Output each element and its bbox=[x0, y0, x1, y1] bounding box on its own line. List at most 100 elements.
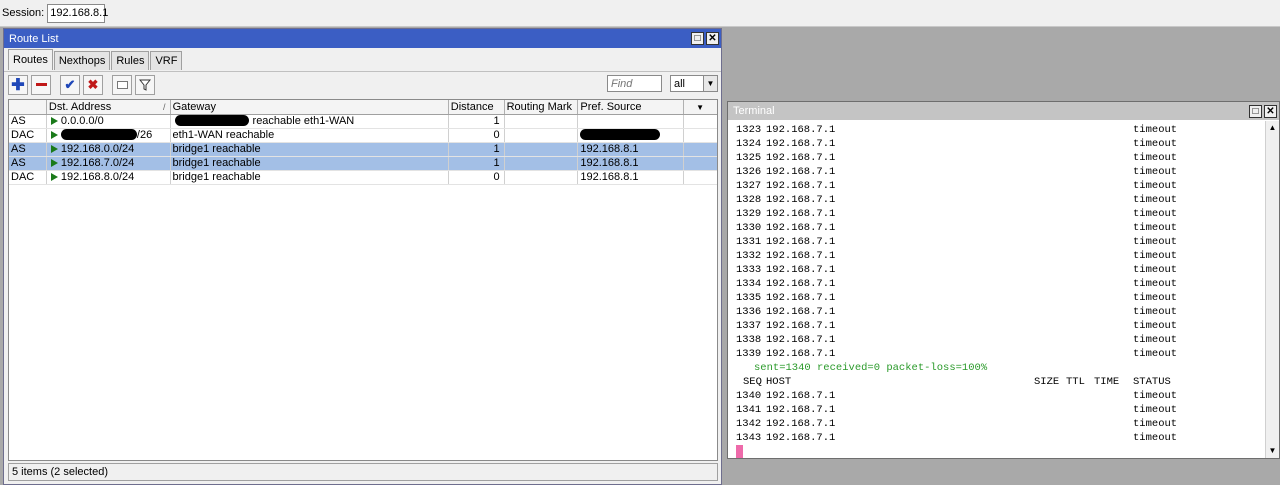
line-status: timeout bbox=[1133, 334, 1178, 346]
minus-icon bbox=[35, 83, 47, 86]
table-row[interactable]: AS 0.0.0.0/0 reachable eth1-WAN 1 bbox=[9, 115, 717, 129]
line-status: timeout bbox=[1133, 418, 1178, 430]
row-pref-source: 192.168.8.1 bbox=[578, 157, 685, 170]
row-dst: 0.0.0.0/0 bbox=[47, 115, 171, 128]
row-gateway: reachable eth1-WAN bbox=[171, 115, 449, 128]
row-mark bbox=[505, 157, 579, 170]
maximize-button[interactable]: □ bbox=[691, 32, 704, 45]
line-seq: 1335 bbox=[736, 292, 762, 304]
line-seq: 1334 bbox=[736, 278, 762, 290]
col-gateway[interactable]: Gateway bbox=[171, 100, 449, 114]
line-seq: 1330 bbox=[736, 222, 762, 234]
line-status: timeout bbox=[1133, 180, 1178, 192]
line-host: 192.168.7.1 bbox=[766, 138, 836, 150]
row-distance: 1 bbox=[449, 115, 505, 128]
table-row[interactable]: AS 192.168.7.0/24 bridge1 reachable 1 19… bbox=[9, 157, 717, 171]
line-status: timeout bbox=[1133, 404, 1178, 416]
line-seq: 1343 bbox=[736, 432, 762, 444]
add-button[interactable]: ✚ bbox=[8, 74, 28, 95]
row-mark bbox=[505, 143, 579, 156]
tab-rules[interactable]: Rules bbox=[111, 51, 150, 70]
row-mark bbox=[505, 129, 579, 142]
row-flags: AS bbox=[9, 115, 47, 128]
line-seq: 1333 bbox=[736, 264, 762, 276]
col-dst-address[interactable]: Dst. Address / bbox=[47, 100, 171, 114]
line-host: 192.168.7.1 bbox=[766, 180, 836, 192]
line-host: 192.168.7.1 bbox=[766, 390, 836, 402]
row-gateway: bridge1 reachable bbox=[171, 143, 449, 156]
route-list-titlebar[interactable]: Route List □ ✕ bbox=[4, 29, 721, 48]
line-host: 192.168.7.1 bbox=[766, 124, 836, 136]
filter-select[interactable]: all ▼ bbox=[670, 75, 718, 92]
terminal-line: 1323 192.168.7.1 timeout bbox=[736, 123, 1266, 137]
route-flag-icon bbox=[50, 145, 58, 153]
tab-vrf[interactable]: VRF bbox=[150, 51, 183, 70]
disable-button[interactable]: ✖ bbox=[83, 74, 103, 95]
columns-dropdown[interactable]: ▼ bbox=[684, 100, 717, 114]
comment-button[interactable] bbox=[112, 74, 132, 95]
row-gateway: eth1-WAN reachable bbox=[171, 129, 449, 142]
header-status: STATUS bbox=[1133, 376, 1171, 388]
tab-nexthops[interactable]: Nexthops bbox=[53, 51, 111, 70]
header-ttl: TTL bbox=[1066, 376, 1085, 388]
filter-button[interactable] bbox=[135, 74, 155, 95]
line-seq: 1339 bbox=[736, 348, 762, 360]
line-status: timeout bbox=[1133, 278, 1178, 290]
enable-button[interactable]: ✔ bbox=[60, 74, 80, 95]
terminal-output[interactable]: 1323 192.168.7.1 timeout 1324 192.168.7.1 tim… bbox=[728, 121, 1266, 458]
row-dst: 192.168.8.0/24 bbox=[47, 171, 171, 184]
scroll-up-icon[interactable]: ▲ bbox=[1266, 121, 1279, 135]
ping-header: SEQ HOST SIZE TTL TIME STATUS bbox=[736, 375, 1266, 389]
session-bar: Session: 192.168.8.1 bbox=[0, 0, 1280, 27]
session-input[interactable]: 192.168.8.1 bbox=[47, 3, 108, 23]
header-size: SIZE bbox=[1034, 376, 1060, 388]
terminal-line: 1332 192.168.7.1 timeout bbox=[736, 249, 1266, 263]
line-host: 192.168.7.1 bbox=[766, 432, 836, 444]
table-header: Dst. Address / Gateway Distance Routing M… bbox=[9, 100, 717, 115]
line-seq: 1340 bbox=[736, 390, 762, 402]
table-row[interactable]: DAC /26 eth1-WAN reachable 0 bbox=[9, 129, 717, 143]
window-title: Terminal bbox=[733, 105, 775, 117]
find-input[interactable] bbox=[607, 75, 662, 92]
row-flags: DAC bbox=[9, 171, 47, 184]
row-flags: DAC bbox=[9, 129, 47, 142]
col-distance[interactable]: Distance bbox=[449, 100, 505, 114]
filter-icon bbox=[139, 79, 151, 91]
line-seq: 1324 bbox=[736, 138, 762, 150]
row-flags: AS bbox=[9, 143, 47, 156]
terminal-scrollbar[interactable]: ▲ ▼ bbox=[1265, 121, 1279, 458]
scroll-down-icon[interactable]: ▼ bbox=[1266, 444, 1279, 458]
col-flags[interactable] bbox=[9, 100, 47, 114]
line-seq: 1325 bbox=[736, 152, 762, 164]
chevron-down-icon: ▼ bbox=[696, 103, 705, 112]
line-seq: 1331 bbox=[736, 236, 762, 248]
maximize-button[interactable]: □ bbox=[1249, 104, 1262, 118]
line-host: 192.168.7.1 bbox=[766, 250, 836, 262]
col-routing-mark[interactable]: Routing Mark bbox=[505, 100, 579, 114]
terminal-titlebar[interactable]: Terminal □ ✕ bbox=[728, 102, 1279, 120]
col-pref-source[interactable]: Pref. Source bbox=[578, 100, 685, 114]
table-row[interactable]: DAC 192.168.8.0/24 bridge1 reachable 0 1… bbox=[9, 171, 717, 185]
redaction bbox=[580, 129, 661, 140]
remove-button[interactable] bbox=[31, 74, 51, 95]
row-distance: 1 bbox=[449, 143, 505, 156]
redaction bbox=[174, 115, 249, 126]
line-seq: 1341 bbox=[736, 404, 762, 416]
row-dst: 192.168.0.0/24 bbox=[47, 143, 171, 156]
row-distance: 0 bbox=[449, 171, 505, 184]
close-button[interactable]: ✕ bbox=[706, 32, 719, 45]
close-button[interactable]: ✕ bbox=[1264, 104, 1277, 118]
line-host: 192.168.7.1 bbox=[766, 320, 836, 332]
terminal-line: 1334 192.168.7.1 timeout bbox=[736, 277, 1266, 291]
line-status: timeout bbox=[1133, 208, 1178, 220]
terminal-line: 1331 192.168.7.1 timeout bbox=[736, 235, 1266, 249]
row-pref-source bbox=[578, 115, 685, 128]
terminal-prompt[interactable] bbox=[736, 445, 1266, 458]
terminal-line: 1342 192.168.7.1 timeout bbox=[736, 417, 1266, 431]
row-flags: AS bbox=[9, 157, 47, 170]
comment-icon bbox=[116, 80, 128, 89]
line-seq: 1338 bbox=[736, 334, 762, 346]
table-row[interactable]: AS 192.168.0.0/24 bridge1 reachable 1 19… bbox=[9, 143, 717, 157]
tab-routes[interactable]: Routes bbox=[8, 49, 53, 70]
line-seq: 1332 bbox=[736, 250, 762, 262]
